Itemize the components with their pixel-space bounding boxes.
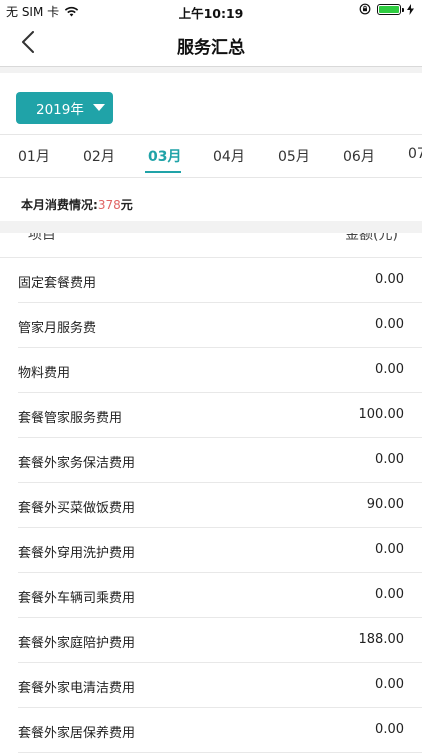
row-value: 0.00 (375, 722, 404, 737)
orientation-lock-icon (359, 3, 371, 15)
table-row: 管家月服务费 0.00 (18, 303, 422, 348)
row-name: 套餐外家庭陪护费用 (18, 636, 136, 651)
battery-icon (377, 3, 404, 15)
row-name: 固定套餐费用 (18, 276, 97, 291)
tab-month-06[interactable]: 06月 (343, 146, 375, 166)
row-name: 管家月服务费 (18, 321, 97, 336)
row-name: 套餐外车辆司乘费用 (18, 591, 136, 606)
table-row: 套餐外家务保洁费用 0.00 (18, 438, 422, 483)
summary-amount: 378 (97, 198, 121, 212)
row-value: 0.00 (375, 362, 404, 377)
row-name: 套餐外家务保洁费用 (18, 456, 136, 471)
row-value: 0.00 (375, 317, 404, 332)
year-select-label: 2019年 (36, 102, 84, 118)
tab-month-07[interactable]: 07 (408, 146, 422, 162)
tab-month-02[interactable]: 02月 (83, 146, 115, 166)
page-title: 服务汇总 (177, 38, 245, 58)
summary-unit: 元 (120, 198, 133, 212)
summary-label: 本月消费情况: (21, 198, 98, 212)
tab-month-03[interactable]: 03月 (148, 146, 181, 166)
row-value: 90.00 (366, 497, 404, 512)
table-row: 套餐外穿用洗护费用 0.00 (18, 528, 422, 573)
table-row: 固定套餐费用 0.00 (18, 258, 422, 303)
row-name: 物料费用 (18, 366, 71, 381)
section-gap (0, 221, 422, 233)
tab-month-05[interactable]: 05月 (278, 146, 310, 166)
navigation-bar: 服务汇总 (0, 22, 422, 67)
row-value: 188.00 (358, 632, 405, 647)
header-item: 项目 (28, 233, 56, 243)
active-tab-indicator (145, 171, 181, 173)
table-row: 套餐外车辆司乘费用 0.00 (18, 573, 422, 618)
table-header: 项目 金额(元) (0, 233, 422, 258)
row-name: 套餐管家服务费用 (18, 411, 123, 426)
row-value: 0.00 (375, 587, 404, 602)
monthly-summary: 本月消费情况:378元 (21, 196, 133, 213)
tab-month-04[interactable]: 04月 (213, 146, 245, 166)
row-value: 0.00 (375, 542, 404, 557)
row-name: 套餐外家居保养费用 (18, 726, 136, 741)
year-select[interactable]: 2019年 (16, 92, 113, 124)
table-row: 套餐外家庭陪护费用 188.00 (18, 618, 422, 663)
row-name: 套餐外穿用洗护费用 (18, 546, 136, 561)
row-name: 套餐外家电清洁费用 (18, 681, 136, 696)
month-tabs: 01月 02月 03月 04月 05月 06月 07 (0, 134, 422, 178)
tab-month-01[interactable]: 01月 (18, 146, 50, 166)
table-row: 套餐管家服务费用 100.00 (18, 393, 422, 438)
status-right (359, 3, 414, 15)
caret-down-icon (93, 104, 105, 111)
fee-list: 固定套餐费用 0.00 管家月服务费 0.00 物料费用 0.00 套餐管家服务… (0, 258, 422, 753)
header-amount: 金额(元) (345, 233, 398, 243)
row-name: 套餐外买菜做饭费用 (18, 501, 136, 516)
table-row: 物料费用 0.00 (18, 348, 422, 393)
charging-icon (407, 3, 414, 15)
row-value: 100.00 (358, 407, 405, 422)
row-value: 0.00 (375, 272, 404, 287)
divider-strip (0, 67, 422, 73)
table-row: 套餐外买菜做饭费用 90.00 (18, 483, 422, 528)
row-value: 0.00 (375, 452, 404, 467)
table-row: 套餐外家居保养费用 0.00 (18, 708, 422, 753)
row-value: 0.00 (375, 677, 404, 692)
status-bar: 无 SIM 卡 上午10:19 (0, 0, 422, 22)
table-row: 套餐外家电清洁费用 0.00 (18, 663, 422, 708)
